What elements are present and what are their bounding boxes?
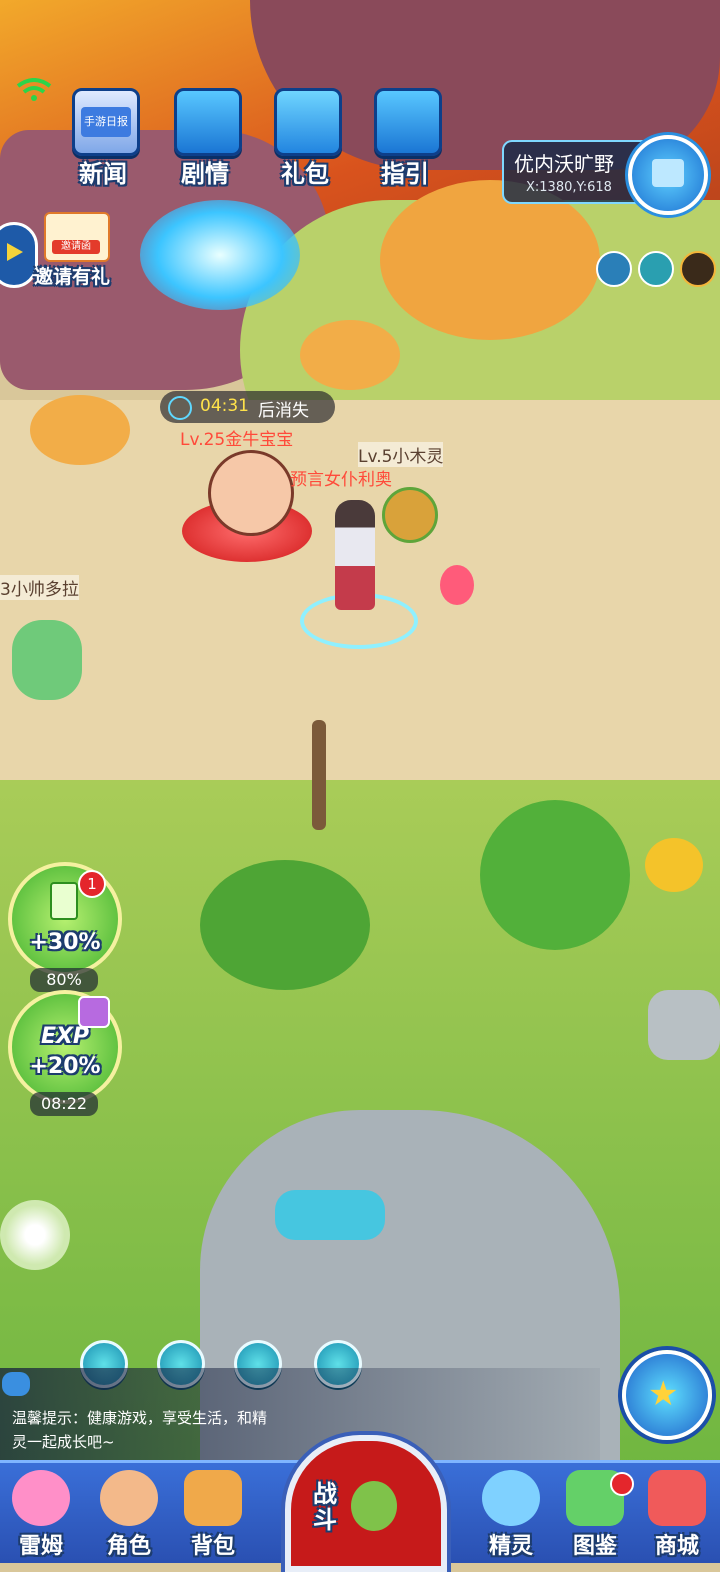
dead-tree <box>312 720 326 830</box>
map-button[interactable] <box>628 135 708 215</box>
boss-sprite[interactable] <box>208 450 294 536</box>
guide-chest-icon <box>374 88 442 156</box>
invite-envelope-icon: 邀请函 <box>44 212 110 262</box>
pet-name-tag: Lv.5小木灵 <box>358 442 444 467</box>
green-tree <box>480 800 630 950</box>
yellow-bird <box>645 838 703 892</box>
expand-arrow-button[interactable] <box>0 222 38 288</box>
battle-button-label: 战斗 <box>313 1480 337 1534</box>
sound-icon[interactable] <box>596 251 632 287</box>
pink-rabbit-pet[interactable] <box>440 565 474 605</box>
top-button-gift[interactable]: 礼包 <box>260 88 350 188</box>
location-name: 优内沃旷野 <box>514 152 614 176</box>
top-button-news-label: 新闻 <box>79 160 127 188</box>
exp-buff-item-icon <box>78 996 110 1028</box>
top-button-gift-label: 礼包 <box>281 160 329 188</box>
magic-wand-button[interactable]: ★ <box>622 1350 712 1440</box>
npc-name-tag: 预言女仆利奥 <box>290 470 392 490</box>
water-pool <box>275 1190 385 1240</box>
backpack-icon <box>184 1470 242 1526</box>
chat-message: 温馨提示：健康游戏，享受生活，和精灵一起成长吧~ <box>12 1409 268 1451</box>
location-coords: X:1380,Y:618 <box>526 180 612 195</box>
battle-button[interactable]: 战斗 <box>285 1435 447 1572</box>
top-button-story-label: 剧情 <box>181 160 229 188</box>
battle-pet-icon <box>351 1481 397 1531</box>
gift-box-icon <box>274 88 342 156</box>
news-tv-icon: 手游日报 <box>72 88 140 156</box>
nav-item-shop[interactable]: 商城 <box>640 1466 714 1560</box>
shop-icon <box>648 1470 706 1526</box>
other-player-name-tag: 3小帅多拉 <box>0 575 79 600</box>
exp-buff-time: 08:22 <box>30 1092 98 1116</box>
timer-time: 04:31 <box>200 396 249 416</box>
despawn-timer: 04:31 后消失 <box>160 391 335 423</box>
map-icon <box>652 159 684 187</box>
clock-icon <box>168 396 192 420</box>
invite-badge: 邀请函 <box>52 240 100 254</box>
boss-name-tag: Lv.25金牛宝宝 <box>180 430 294 450</box>
top-button-guide[interactable]: 指引 <box>360 88 450 188</box>
grey-rock <box>648 990 720 1060</box>
pink-pet-icon <box>12 1470 70 1526</box>
invite-label: 邀请有礼 <box>34 266 111 288</box>
top-button-story[interactable]: 剧情 <box>160 88 250 188</box>
sprite-pet-icon <box>482 1470 540 1526</box>
nav-item-character[interactable]: 角色 <box>92 1466 166 1560</box>
nav-item-backpack[interactable]: 背包 <box>176 1466 250 1560</box>
chat-panel[interactable]: 温馨提示：健康游戏，享受生活，和精灵一起成长吧~ <box>0 1368 600 1460</box>
exp-buff-value: +20% <box>29 1054 101 1079</box>
top-button-news[interactable]: 手游日报 新闻 <box>58 88 148 188</box>
wood-sprite-pet[interactable] <box>382 487 438 543</box>
character-icon <box>100 1470 158 1526</box>
nav-item-leimu-label: 雷姆 <box>18 1534 63 1559</box>
timer-suffix: 后消失 <box>258 401 309 421</box>
chat-bubble-icon[interactable] <box>2 1372 30 1396</box>
nav-item-backpack-label: 背包 <box>190 1534 235 1559</box>
energy-buff-percent: 80% <box>30 968 98 992</box>
news-screen-text: 手游日报 <box>81 107 131 137</box>
nav-item-shop-label: 商城 <box>654 1534 699 1559</box>
pet-face-icon[interactable] <box>638 251 674 287</box>
star-wand-icon: ★ <box>648 1374 679 1414</box>
green-bush <box>200 860 370 990</box>
orange-tree <box>30 395 130 465</box>
top-button-guide-label: 指引 <box>381 160 429 188</box>
energy-buff-count-badge: 1 <box>78 870 106 898</box>
player-sprite[interactable] <box>335 500 375 610</box>
green-npc-sprite[interactable] <box>12 620 82 700</box>
nav-item-character-label: 角色 <box>106 1534 151 1559</box>
nav-item-leimu[interactable]: 雷姆 <box>4 1466 78 1560</box>
invite-button[interactable]: 邀请函 邀请有礼 <box>34 212 126 292</box>
menu-list-icon[interactable] <box>680 251 716 287</box>
nav-item-sprites[interactable]: 精灵 <box>474 1466 548 1560</box>
nav-item-sprites-label: 精灵 <box>488 1534 533 1559</box>
flower-patch <box>0 1200 70 1270</box>
orange-tree <box>300 320 400 390</box>
wifi-icon <box>16 78 52 102</box>
story-chest-icon <box>174 88 242 156</box>
encyclopedia-notification-dot <box>610 1472 634 1496</box>
nav-item-encyclopedia-label: 图鉴 <box>572 1534 617 1559</box>
blue-portal <box>140 200 300 310</box>
play-arrow-icon <box>7 243 23 261</box>
energy-buff-value: +30% <box>29 930 101 955</box>
orange-tree <box>380 180 600 340</box>
battery-icon <box>50 882 78 920</box>
